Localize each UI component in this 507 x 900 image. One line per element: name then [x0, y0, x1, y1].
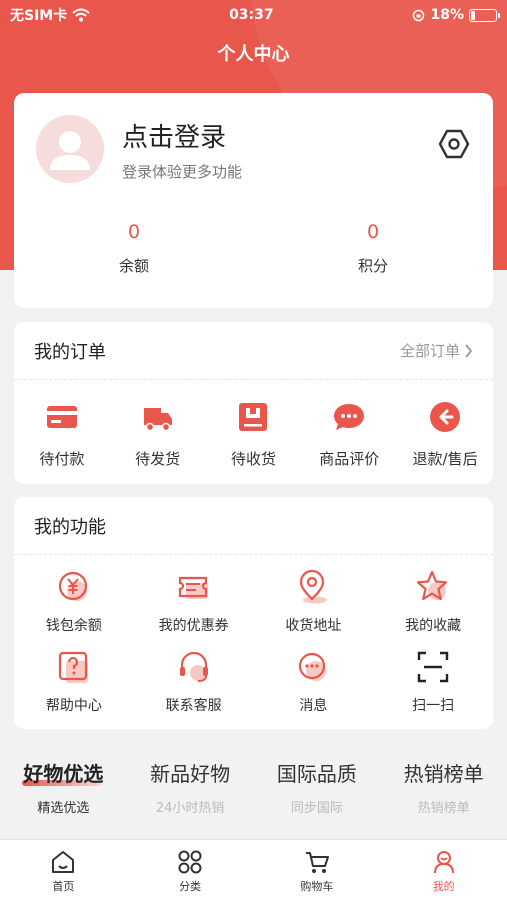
tab-bestsellers[interactable]: 热销榜单 热销榜单: [381, 758, 507, 838]
order-label: 待发货: [135, 450, 181, 468]
bottom-tabbar: 首页 分类 购物车 我的: [0, 839, 507, 900]
default-avatar-icon: [50, 131, 90, 170]
order-pending-receipt[interactable]: 待收货: [206, 400, 301, 469]
message-icon: [299, 652, 327, 681]
wifi-icon: [72, 8, 90, 22]
yen-coin-icon: [58, 571, 87, 601]
func-coupons[interactable]: 我的优惠券: [134, 569, 254, 635]
order-review[interactable]: 商品评价: [302, 400, 397, 469]
order-refund[interactable]: 退款/售后: [398, 400, 493, 469]
tabbar-cart[interactable]: 购物车: [254, 849, 380, 894]
avatar[interactable]: [36, 115, 104, 183]
orientation-lock-icon: [413, 9, 425, 21]
func-help[interactable]: 帮助中心: [14, 649, 134, 715]
tab-title: 国际品质: [276, 762, 357, 786]
page-title: 个人中心: [217, 44, 290, 65]
category-grid-icon: [178, 850, 202, 874]
order-label: 商品评价: [319, 450, 380, 468]
truck-icon: [143, 408, 172, 432]
card-icon: [46, 406, 77, 428]
tab-international[interactable]: 国际品质 同步国际: [254, 758, 380, 838]
order-label: 待付款: [39, 450, 85, 468]
func-scan[interactable]: 扫一扫: [373, 649, 493, 715]
battery-percent: 18%: [430, 7, 464, 23]
orders-card: 我的订单 全部订单 待付款 待发货 待收货 商品评价 退款/售后: [14, 322, 493, 484]
func-customer-service[interactable]: 联系客服: [134, 649, 254, 715]
help-icon: [58, 651, 88, 683]
all-orders-link[interactable]: 全部订单: [400, 340, 473, 361]
func-label: 我的优惠券: [158, 618, 229, 634]
tab-good-picks[interactable]: 好物优选 精选优选: [0, 758, 126, 838]
all-orders-label: 全部订单: [399, 342, 460, 360]
product-tabs: 好物优选 精选优选 新品好物 24小时热销 国际品质 同步国际 热销榜单 热销榜…: [0, 758, 507, 838]
points-label: 积分: [357, 257, 388, 275]
home-icon: [52, 851, 75, 873]
func-address[interactable]: 收货地址: [254, 569, 374, 635]
settings-hexagon-icon[interactable]: [437, 127, 471, 161]
order-pending-payment[interactable]: 待付款: [14, 400, 109, 469]
func-label: 消息: [299, 698, 328, 714]
tabbar-home[interactable]: 首页: [0, 849, 126, 894]
balance-value: 0: [127, 221, 141, 243]
points-value: 0: [366, 221, 380, 243]
tab-new-products[interactable]: 新品好物 24小时热销: [127, 758, 253, 838]
func-messages[interactable]: 消息: [254, 649, 374, 715]
order-label: 退款/售后: [412, 450, 478, 468]
func-label: 我的收藏: [405, 618, 462, 634]
tabbar-category[interactable]: 分类: [127, 849, 253, 894]
location-pin-icon: [300, 569, 328, 604]
order-label: 待收货: [230, 450, 276, 468]
func-label: 帮助中心: [45, 698, 102, 714]
tab-subtitle: 精选优选: [37, 801, 90, 816]
tab-title: 新品好物: [150, 762, 231, 786]
func-label: 收货地址: [285, 618, 342, 634]
tab-title: 热销榜单: [403, 762, 484, 786]
orders-title: 我的订单: [34, 341, 106, 363]
func-label: 扫一扫: [412, 698, 455, 714]
balance-label: 余额: [118, 257, 149, 275]
chevron-right-icon: [465, 343, 473, 358]
func-label: 联系客服: [165, 698, 222, 714]
functions-title: 我的功能: [34, 516, 106, 538]
battery-icon: [468, 8, 500, 22]
func-label: 钱包余额: [45, 618, 102, 634]
tab-subtitle: 同步国际: [290, 801, 343, 816]
return-icon: [430, 402, 461, 432]
coupon-icon: [178, 576, 208, 599]
points-stat[interactable]: 0 积分: [313, 221, 433, 276]
tabbar-label: 分类: [179, 880, 202, 893]
tab-title: 好物优选: [23, 762, 104, 786]
comment-icon: [334, 404, 365, 430]
tabbar-label: 我的: [432, 880, 455, 893]
tab-subtitle: 热销榜单: [417, 801, 470, 816]
functions-card: 我的功能 钱包余额 我的优惠券 收货地址 我的收藏 帮助中心 联系客服 消息 扫…: [14, 497, 493, 729]
func-favorites[interactable]: 我的收藏: [373, 569, 493, 635]
clock-text: 03:37: [229, 7, 274, 23]
status-bar: 无SIM卡 03:37 18%: [0, 0, 507, 30]
login-title[interactable]: 点击登录: [122, 117, 226, 154]
func-wallet[interactable]: 钱包余额: [14, 569, 134, 635]
login-subtitle: 登录体验更多功能: [122, 163, 243, 181]
package-icon: [239, 403, 268, 431]
tab-subtitle: 24小时热销: [155, 801, 225, 816]
tabbar-label: 购物车: [300, 880, 334, 893]
balance-stat[interactable]: 0 余额: [74, 221, 194, 276]
tabbar-label: 首页: [52, 880, 75, 893]
tabbar-mine[interactable]: 我的: [381, 849, 507, 894]
headset-icon: [179, 651, 208, 682]
profile-icon: [433, 851, 454, 874]
profile-card: 点击登录 登录体验更多功能 0 余额 0 积分: [14, 93, 493, 308]
scan-icon: [417, 651, 449, 683]
order-pending-shipment[interactable]: 待发货: [110, 400, 205, 469]
cart-icon: [305, 852, 329, 873]
star-icon: [417, 570, 448, 601]
carrier-text: 无SIM卡: [10, 8, 68, 24]
